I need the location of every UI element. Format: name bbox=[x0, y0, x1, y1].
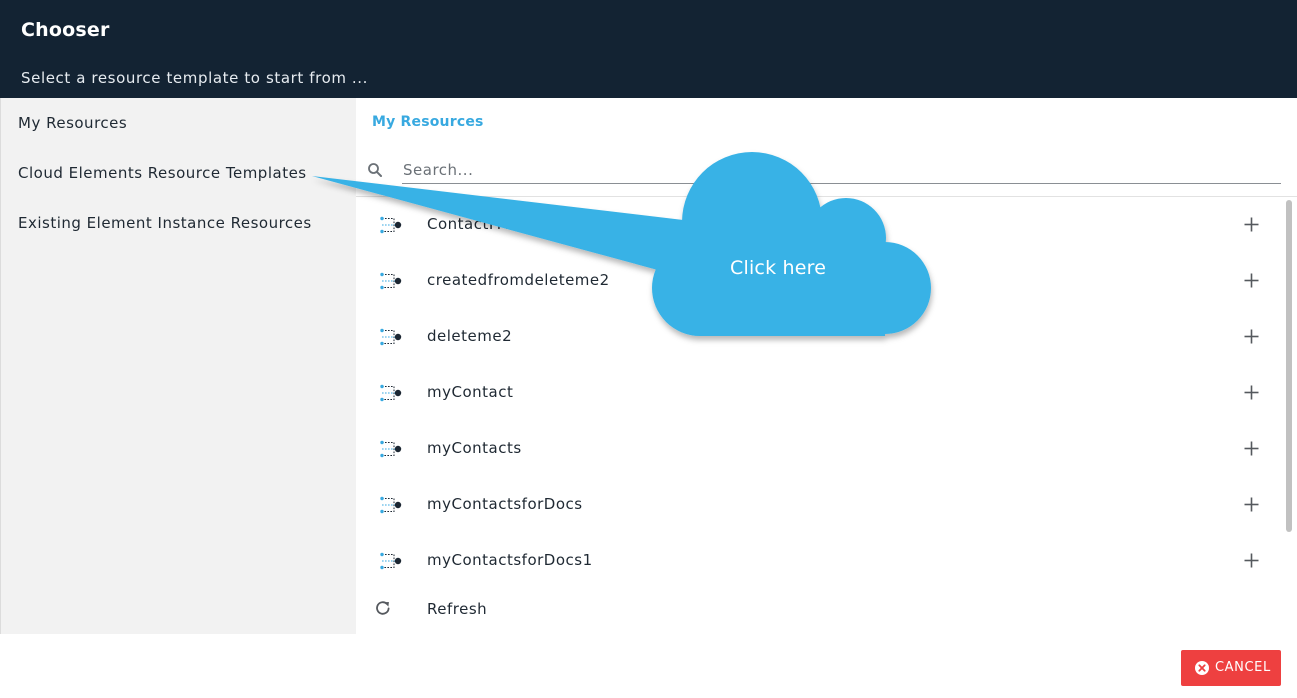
search-input[interactable] bbox=[402, 157, 1281, 184]
section-title: My Resources bbox=[372, 114, 484, 130]
resource-row-mycontacts[interactable]: myContacts bbox=[356, 421, 1284, 477]
sidebar: My Resources Cloud Elements Resource Tem… bbox=[0, 98, 356, 634]
resource-row-mycontact[interactable]: myContact bbox=[356, 365, 1284, 421]
dialog-title: Chooser bbox=[21, 19, 110, 41]
resource-row-createdfromdeleteme2[interactable]: createdfromdeleteme2 bbox=[356, 253, 1284, 309]
resource-name: myContacts bbox=[427, 439, 522, 457]
resource-name: myContactsforDocs bbox=[427, 495, 583, 513]
resource-row-mycontactsfordocs1[interactable]: myContactsforDocs1 bbox=[356, 533, 1284, 586]
resource-template-icon bbox=[380, 328, 402, 346]
search-icon bbox=[368, 163, 382, 177]
cancel-label: CANCEL bbox=[1215, 660, 1271, 675]
resource-template-icon bbox=[380, 384, 402, 402]
resource-template-icon bbox=[380, 496, 402, 514]
plus-icon[interactable] bbox=[1244, 385, 1259, 400]
refresh-label: Refresh bbox=[427, 600, 488, 618]
resource-name: myContactsforDocs1 bbox=[427, 551, 593, 569]
resource-row-deleteme2[interactable]: deleteme2 bbox=[356, 309, 1284, 365]
sidebar-item-my-resources[interactable]: My Resources bbox=[18, 114, 127, 132]
resource-template-icon bbox=[380, 440, 402, 458]
cancel-button[interactable]: CANCEL bbox=[1181, 650, 1281, 686]
sidebar-item-existing-element-instance-resources[interactable]: Existing Element Instance Resources bbox=[18, 214, 312, 232]
resource-template-icon bbox=[380, 272, 402, 290]
resource-row-mycontactsfordocs[interactable]: myContactsforDocs bbox=[356, 477, 1284, 533]
plus-icon[interactable] bbox=[1244, 553, 1259, 568]
refresh-icon bbox=[376, 601, 390, 615]
close-circle-icon bbox=[1195, 661, 1209, 675]
plus-icon[interactable] bbox=[1244, 217, 1259, 232]
resource-name: deleteme2 bbox=[427, 327, 513, 345]
resource-row-contactfrom[interactable]: ContactFrom bbox=[356, 197, 1284, 253]
resource-template-icon bbox=[380, 552, 402, 570]
sidebar-item-cloud-elements-resource-templates[interactable]: Cloud Elements Resource Templates bbox=[18, 164, 307, 182]
resource-name: ContactFrom bbox=[427, 215, 529, 233]
main-panel: My Resources ContactFrom createdfromdele… bbox=[356, 98, 1297, 634]
dialog-subtitle: Select a resource template to start from… bbox=[21, 69, 369, 87]
scrollbar-thumb[interactable] bbox=[1286, 200, 1292, 532]
resource-list: ContactFrom createdfromdeleteme2 deletem… bbox=[356, 197, 1284, 586]
plus-icon[interactable] bbox=[1244, 497, 1259, 512]
refresh-button[interactable]: Refresh bbox=[356, 590, 1284, 630]
plus-icon[interactable] bbox=[1244, 441, 1259, 456]
resource-name: myContact bbox=[427, 383, 514, 401]
plus-icon[interactable] bbox=[1244, 329, 1259, 344]
dialog-header: Chooser Select a resource template to st… bbox=[0, 0, 1297, 98]
resource-name: createdfromdeleteme2 bbox=[427, 271, 610, 289]
resource-template-icon bbox=[380, 216, 402, 234]
plus-icon[interactable] bbox=[1244, 273, 1259, 288]
list-scrollbar[interactable] bbox=[1285, 197, 1293, 586]
